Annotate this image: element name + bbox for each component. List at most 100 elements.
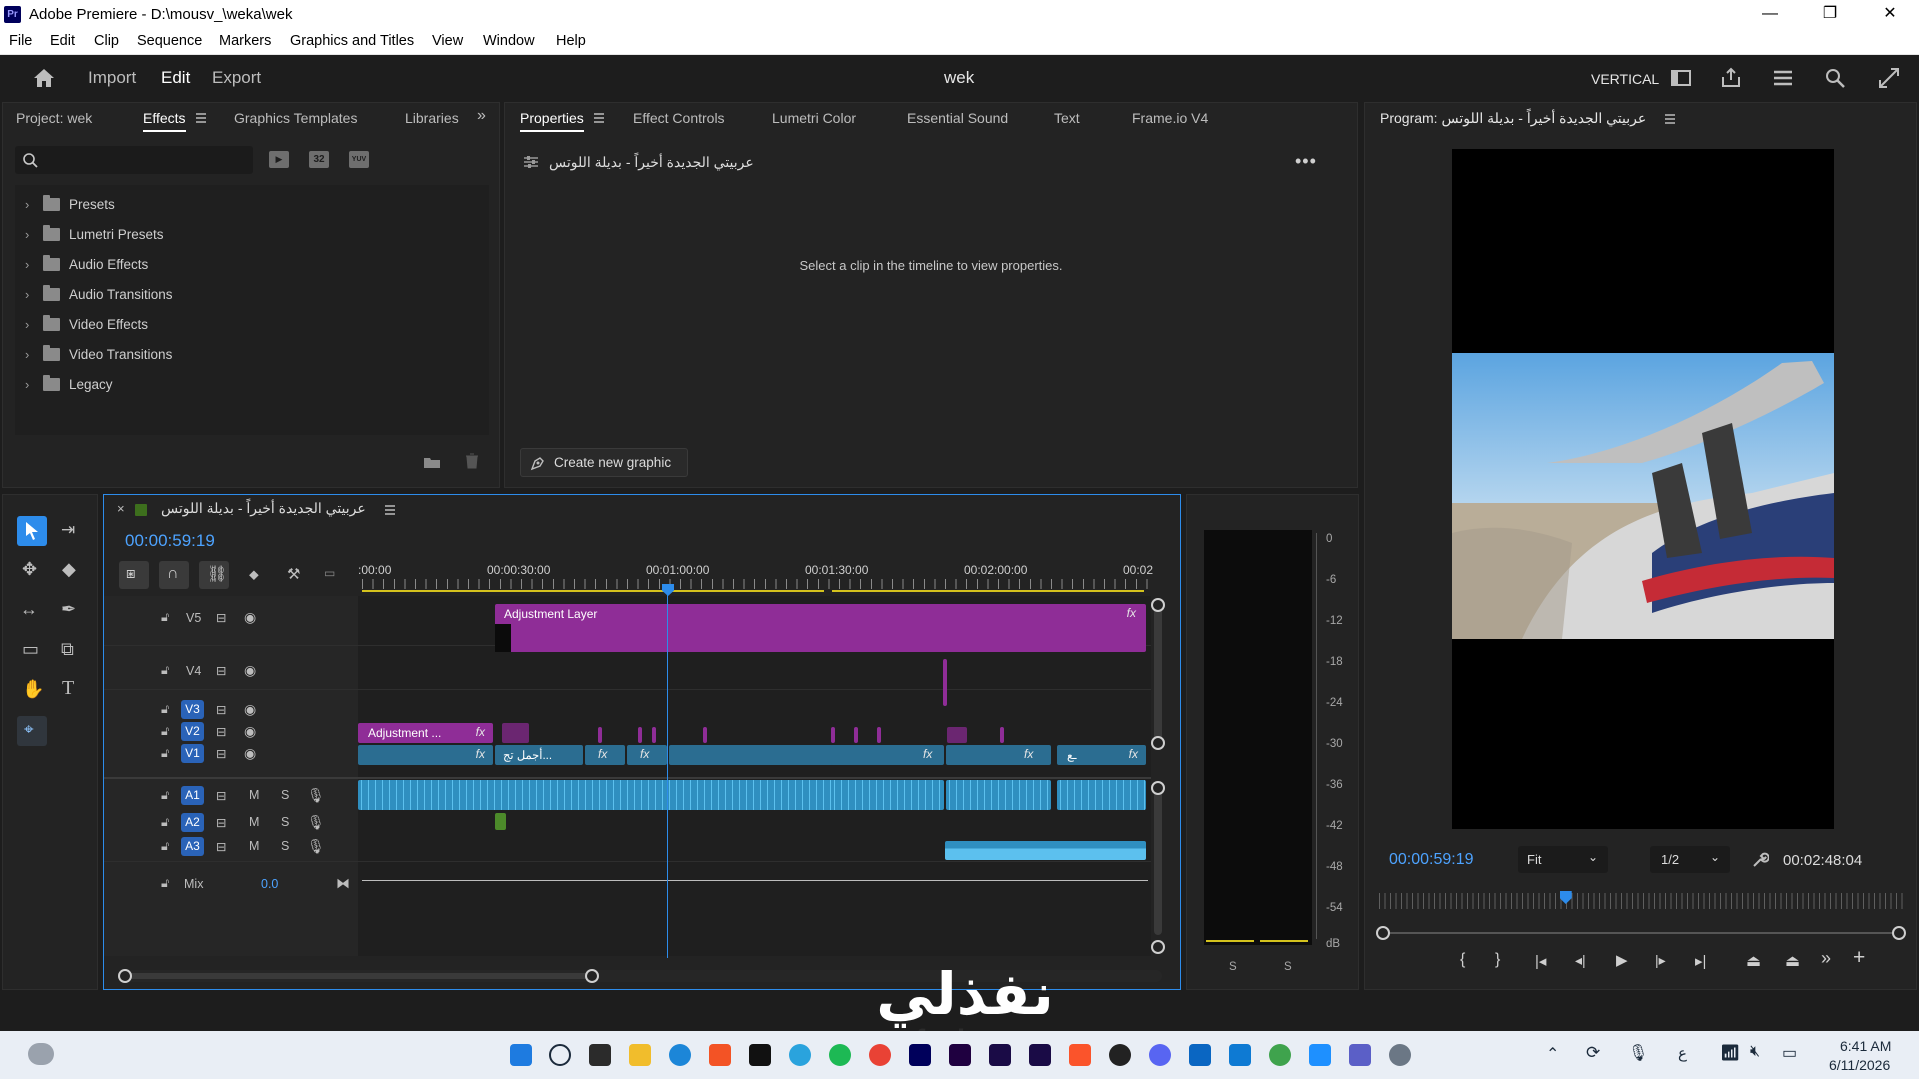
tab-import[interactable]: Import [88, 68, 136, 88]
tab-effect-controls[interactable]: Effect Controls [633, 110, 725, 126]
telegram-icon[interactable] [789, 1044, 811, 1066]
file-explorer-icon[interactable] [629, 1044, 651, 1066]
app-icon[interactable] [1269, 1044, 1291, 1066]
zoom-handle-left[interactable] [118, 969, 132, 983]
brave-icon[interactable] [1069, 1044, 1091, 1066]
step-back-icon[interactable]: ◂| [1575, 952, 1586, 969]
tab-edit[interactable]: Edit [161, 68, 190, 88]
lock-icon[interactable]: 🔓︎ [161, 724, 169, 739]
zoom-handle-right[interactable] [1892, 926, 1906, 940]
sync-lock-icon[interactable]: ⊟ [216, 815, 226, 830]
sync-lock-icon[interactable]: ⊟ [216, 610, 226, 625]
video-clip-v1-end[interactable]: ـع fx [1057, 745, 1146, 765]
sync-lock-icon[interactable]: ⊟ [216, 788, 226, 803]
wrench-settings-icon[interactable] [1751, 851, 1769, 869]
solo-button-a3[interactable]: S [281, 839, 289, 853]
input-language[interactable]: ع [1678, 1044, 1687, 1062]
clock-date[interactable]: 6/11/2026 [1829, 1057, 1890, 1073]
captions-icon[interactable]: ▭ [324, 566, 335, 580]
audio-tracks-scrollbar[interactable] [1154, 785, 1162, 935]
track-target-a3[interactable]: A3 [181, 837, 204, 856]
microphone-tray-icon[interactable]: 🎙︎ [1628, 1043, 1648, 1063]
menu-clip[interactable]: Clip [94, 33, 119, 49]
wifi-icon[interactable]: 📶︎ [1720, 1043, 1740, 1063]
photoshop-icon[interactable] [909, 1044, 931, 1066]
tree-item-video-transitions[interactable]: › Video Transitions [25, 343, 172, 365]
lock-icon[interactable]: 🔓︎ [161, 839, 169, 854]
scroll-handle[interactable] [1151, 940, 1165, 954]
adjustment-sliver-v2[interactable] [652, 727, 656, 743]
workspace-label[interactable]: VERTICAL [1591, 71, 1659, 87]
generative-extend-tool-icon[interactable]: ⧉ [61, 639, 74, 660]
mute-button-a2[interactable]: M [249, 815, 259, 829]
lock-icon[interactable]: 🔓︎ [161, 702, 169, 717]
tab-effects[interactable]: Effects [143, 110, 186, 132]
clock-time[interactable]: 6:41 AM [1840, 1038, 1891, 1054]
eye-icon[interactable]: ◉ [244, 609, 256, 626]
lock-icon[interactable]: 🔓︎ [161, 876, 169, 891]
solo-left-channel[interactable]: S [1229, 961, 1237, 973]
insert-sequence-as-nest-button[interactable]: ⧆ [119, 561, 149, 589]
track-select-tool-icon[interactable]: ⇥ [61, 520, 75, 540]
more-options-icon[interactable]: ••• [1295, 151, 1317, 172]
sequence-tab-title[interactable]: عربيتي الجديدة أخيراً - بديلة اللوتس [161, 500, 366, 517]
track-target-a1[interactable]: A1 [181, 786, 204, 805]
solo-right-channel[interactable]: S [1284, 961, 1292, 973]
app-icon[interactable] [1309, 1044, 1331, 1066]
eye-icon[interactable]: ◉ [244, 723, 256, 740]
program-timecode[interactable]: 00:00:59:19 [1389, 851, 1474, 869]
video-clip-v1[interactable]: fx [831, 745, 944, 765]
panel-menu-icon[interactable] [593, 112, 605, 124]
go-to-in-icon[interactable]: |◂ [1535, 952, 1546, 970]
add-marker-icon[interactable]: ⬥ [249, 566, 259, 583]
microsoft-store-icon[interactable] [709, 1044, 731, 1066]
microphone-icon[interactable]: 🎙︎ [307, 787, 325, 804]
minimize-button[interactable]: — [1744, 2, 1796, 27]
extract-icon[interactable]: ⏏ [1785, 951, 1800, 971]
eye-icon[interactable]: ◉ [244, 662, 256, 679]
video-clip-v1[interactable]: fx [627, 745, 667, 765]
track-label-v4[interactable]: V4 [186, 664, 201, 678]
adjustment-sliver-v2[interactable] [638, 727, 642, 743]
zoom-handle-right[interactable] [585, 969, 599, 983]
chatgpt-icon[interactable] [1109, 1044, 1131, 1066]
mix-volume-value[interactable]: 0.0 [261, 877, 278, 891]
adjustment-clip-v2[interactable] [502, 723, 529, 743]
program-video-frame[interactable] [1452, 149, 1834, 829]
lock-icon[interactable]: 🔓︎ [161, 663, 169, 678]
adjustment-sliver-v2[interactable] [598, 727, 602, 743]
audio-clip-a1[interactable] [1057, 780, 1146, 810]
menu-lines-icon[interactable] [1770, 65, 1796, 91]
hand-tool-icon[interactable]: ✋ [22, 679, 44, 700]
linked-selection-button[interactable]: ⛓ [199, 561, 229, 589]
edge-browser-icon[interactable] [669, 1044, 691, 1066]
taskbar-search-icon[interactable] [549, 1044, 571, 1066]
tree-item-video-effects[interactable]: › Video Effects [25, 313, 148, 335]
adjustment-sliver-v2[interactable] [854, 727, 858, 743]
premiere-taskbar-icon[interactable] [949, 1044, 971, 1066]
audio-clip-a1[interactable] [831, 780, 944, 810]
microphone-icon[interactable]: 🎙︎ [307, 838, 325, 855]
new-bin-folder-icon[interactable] [423, 455, 441, 469]
32bit-filter-icon[interactable]: 32 [309, 151, 329, 168]
tab-essential-sound[interactable]: Essential Sound [907, 110, 1008, 126]
notion-icon[interactable] [749, 1044, 771, 1066]
track-target-v3[interactable]: V3 [181, 700, 204, 719]
adjustment-clip-v2[interactable] [947, 727, 967, 743]
home-icon[interactable] [31, 65, 57, 91]
menu-edit[interactable]: Edit [50, 33, 75, 49]
sync-lock-icon[interactable]: ⊟ [216, 746, 226, 761]
adjustment-layer-clip-v5[interactable]: Adjustment Layer fx [495, 604, 1146, 652]
tree-item-presets[interactable]: › Presets [25, 193, 115, 215]
sync-icon[interactable]: ⟳ [1586, 1043, 1600, 1063]
lift-icon[interactable]: ⏏ [1746, 951, 1761, 971]
tree-item-audio-effects[interactable]: › Audio Effects [25, 253, 148, 275]
lock-icon[interactable]: 🔓︎ [161, 610, 169, 625]
adjustment-sliver-v2[interactable] [703, 727, 707, 743]
menu-view[interactable]: View [432, 33, 463, 49]
mark-out-icon[interactable]: } [1495, 951, 1500, 969]
yuv-filter-icon[interactable]: YUV [349, 151, 369, 168]
sync-lock-icon[interactable]: ⊟ [216, 663, 226, 678]
go-to-out-icon[interactable]: ▸| [1695, 952, 1706, 970]
fit-dropdown[interactable]: Fit ⌄ [1518, 846, 1608, 873]
